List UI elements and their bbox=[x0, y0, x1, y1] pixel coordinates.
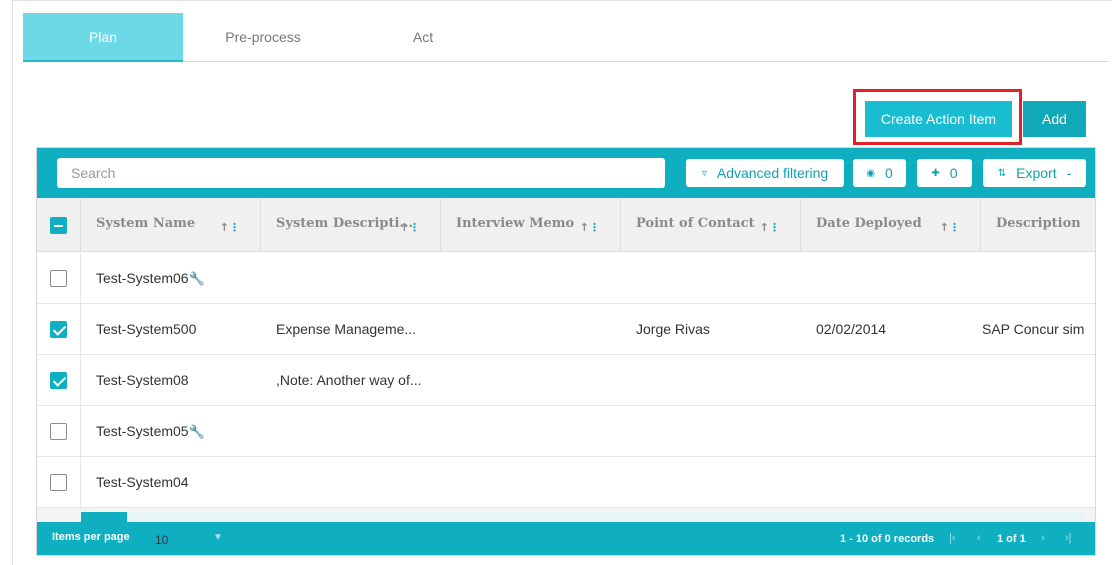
systems-grid: Search ▿ Advanced filtering ◉ 0 ✚ 0 ⇅ Ex… bbox=[36, 147, 1096, 556]
column-label: Date Deployed bbox=[816, 216, 922, 231]
visible-count: 0 bbox=[884, 165, 893, 181]
items-per-page-select[interactable]: 10 bbox=[155, 533, 168, 547]
wrench-icon: 🔧 bbox=[188, 271, 205, 286]
records-summary: 1 - 10 of 0 records bbox=[840, 533, 935, 545]
create-action-item-button[interactable]: Create Action Item bbox=[865, 101, 1012, 137]
sort-menu-icon[interactable]: ↑⋮ bbox=[400, 221, 420, 234]
tab-pre-process[interactable]: Pre-process bbox=[183, 13, 343, 61]
horizontal-scrollbar[interactable] bbox=[37, 508, 1095, 522]
tab-plan[interactable]: Plan bbox=[23, 13, 183, 62]
pinned-columns-button[interactable]: ✚ 0 bbox=[917, 159, 972, 187]
search-placeholder: Search bbox=[71, 165, 116, 181]
advanced-filtering-button[interactable]: ▿ Advanced filtering bbox=[686, 159, 844, 187]
table-row[interactable]: Test-System06🔧 bbox=[37, 253, 1095, 304]
column-label: Interview Memo bbox=[456, 216, 575, 231]
system-name: Test-System05 bbox=[96, 423, 189, 439]
tab-bar: Plan Pre-process Act bbox=[23, 13, 1109, 62]
grid-pager: Items per page 10 ▼ 1 - 10 of 0 records … bbox=[37, 522, 1095, 555]
row-select-cell bbox=[37, 457, 81, 508]
column-label: Point of Contact bbox=[636, 216, 755, 231]
row-select-cell bbox=[37, 355, 81, 406]
column-label: System Name bbox=[96, 216, 196, 231]
filter-icon: ▿ bbox=[701, 167, 707, 179]
column-header-interview-memo[interactable]: Interview Memo ↑⋮ bbox=[441, 198, 621, 252]
row-checkbox[interactable] bbox=[50, 372, 67, 389]
export-icon: ⇅ bbox=[997, 167, 1007, 179]
scrollbar-thumb[interactable] bbox=[81, 512, 127, 522]
scrollbar-track[interactable] bbox=[127, 512, 1085, 522]
description: SAP Concur sim bbox=[982, 321, 1085, 337]
row-select-cell bbox=[37, 406, 81, 457]
select-all-cell bbox=[37, 198, 81, 252]
next-page-icon[interactable]: › bbox=[1041, 532, 1045, 544]
row-checkbox[interactable] bbox=[50, 474, 67, 491]
page-indicator: 1 of 1 bbox=[997, 533, 1026, 545]
sort-menu-icon[interactable]: ↑⋮ bbox=[940, 221, 960, 234]
row-select-cell bbox=[37, 253, 81, 304]
previous-page-icon[interactable]: ‹ bbox=[977, 532, 981, 544]
system-name: Test-System500 bbox=[96, 321, 197, 337]
system-name-cell: Test-System06🔧 bbox=[96, 270, 205, 287]
sort-menu-icon[interactable]: ↑⋮ bbox=[220, 221, 240, 234]
export-button[interactable]: ⇅ Export - bbox=[983, 159, 1086, 187]
items-per-page-label: Items per page bbox=[52, 531, 130, 543]
export-dropdown: - bbox=[1066, 165, 1072, 181]
grid-header: System Name ↑⋮ System Descripti... ↑⋮ In… bbox=[37, 198, 1095, 252]
system-description: Expense Manageme... bbox=[276, 321, 417, 337]
eye-icon: ◉ bbox=[866, 167, 875, 179]
column-header-date-deployed[interactable]: Date Deployed ↑⋮ bbox=[801, 198, 981, 252]
system-name: Test-System06 bbox=[96, 270, 189, 286]
select-all-checkbox[interactable] bbox=[50, 217, 67, 234]
table-row[interactable]: Test-System04 bbox=[37, 457, 1095, 508]
table-row[interactable]: Test-System05🔧 bbox=[37, 406, 1095, 457]
last-page-icon[interactable]: ›| bbox=[1065, 532, 1072, 544]
system-description: ,Note: Another way of... bbox=[276, 372, 422, 388]
column-header-system-description[interactable]: System Descripti... ↑⋮ bbox=[261, 198, 441, 252]
pin-icon: ✚ bbox=[931, 167, 940, 179]
add-button[interactable]: Add bbox=[1023, 101, 1086, 137]
table-row[interactable]: Test-System500 Expense Manageme... Jorge… bbox=[37, 304, 1095, 355]
pinned-count: 0 bbox=[949, 165, 958, 181]
column-label: System Descripti... bbox=[276, 216, 413, 231]
visible-columns-button[interactable]: ◉ 0 bbox=[853, 159, 906, 187]
date-deployed: 02/02/2014 bbox=[816, 321, 887, 337]
table-row[interactable]: Test-System08 ,Note: Another way of... bbox=[37, 355, 1095, 406]
tab-act[interactable]: Act bbox=[343, 13, 503, 61]
first-page-icon[interactable]: |‹ bbox=[949, 532, 956, 544]
search-input[interactable]: Search bbox=[57, 158, 665, 188]
system-name: Test-System04 bbox=[96, 474, 189, 490]
column-header-point-of-contact[interactable]: Point of Contact ↑⋮ bbox=[621, 198, 801, 252]
column-label: Description bbox=[996, 216, 1081, 231]
row-select-cell bbox=[37, 304, 81, 355]
column-header-description[interactable]: Description bbox=[981, 198, 1095, 252]
row-checkbox[interactable] bbox=[50, 321, 67, 338]
sort-menu-icon[interactable]: ↑⋮ bbox=[760, 221, 780, 234]
row-checkbox[interactable] bbox=[50, 270, 67, 287]
system-name-cell: Test-System05🔧 bbox=[96, 423, 205, 440]
point-of-contact: Jorge Rivas bbox=[636, 321, 710, 337]
system-name: Test-System08 bbox=[96, 372, 189, 388]
wrench-icon: 🔧 bbox=[188, 424, 205, 439]
sort-menu-icon[interactable]: ↑⋮ bbox=[580, 221, 600, 234]
chevron-down-icon[interactable]: ▼ bbox=[213, 532, 223, 543]
row-checkbox[interactable] bbox=[50, 423, 67, 440]
grid-toolbar: Search ▿ Advanced filtering ◉ 0 ✚ 0 ⇅ Ex… bbox=[37, 148, 1095, 198]
column-header-system-name[interactable]: System Name ↑⋮ bbox=[81, 198, 261, 252]
advanced-filtering-label: Advanced filtering bbox=[716, 165, 829, 181]
export-label: Export bbox=[1016, 165, 1057, 181]
